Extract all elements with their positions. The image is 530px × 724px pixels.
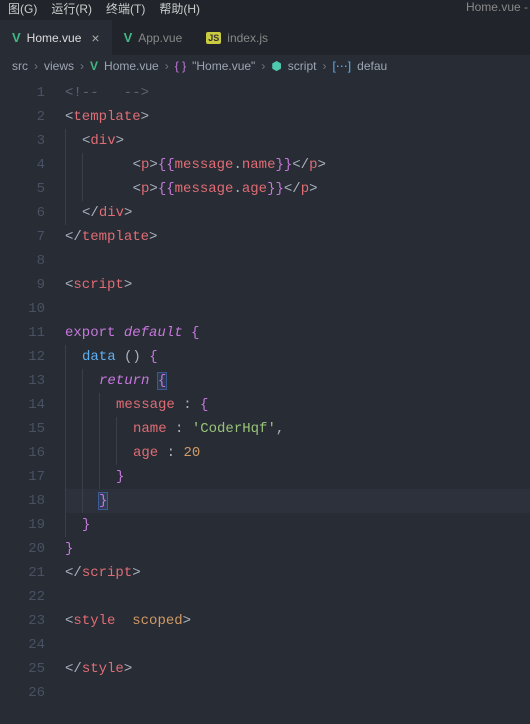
vue-icon: V <box>124 30 133 45</box>
code-line[interactable]: </template> <box>65 225 530 249</box>
line-number: 14 <box>0 393 45 417</box>
js-icon: JS <box>206 32 221 44</box>
code-line[interactable] <box>65 585 530 609</box>
line-number: 3 <box>0 129 45 153</box>
code-line[interactable] <box>65 633 530 657</box>
line-number: 2 <box>0 105 45 129</box>
line-number: 10 <box>0 297 45 321</box>
code-line[interactable] <box>65 249 530 273</box>
chevron-right-icon: › <box>261 59 265 73</box>
breadcrumb-item[interactable]: "Home.vue" <box>192 59 255 73</box>
code-line[interactable]: </style> <box>65 657 530 681</box>
tab-index-js[interactable]: JS index.js <box>194 20 280 55</box>
window-title: Home.vue - <box>466 0 528 14</box>
line-number: 22 <box>0 585 45 609</box>
code-line[interactable]: } <box>65 513 530 537</box>
breadcrumb-item[interactable]: defau <box>357 59 387 73</box>
line-number: 18 <box>0 489 45 513</box>
menu-item[interactable]: 终端(T) <box>106 0 145 17</box>
breadcrumb-item[interactable]: script <box>288 59 317 73</box>
code-line[interactable]: return { <box>65 369 530 393</box>
line-number: 9 <box>0 273 45 297</box>
breadcrumb-item[interactable]: src <box>12 59 28 73</box>
code-line[interactable]: <!-- --> <box>65 81 530 105</box>
code-line[interactable]: data () { <box>65 345 530 369</box>
line-number-gutter: 1234567891011121314151617181920212223242… <box>0 77 65 724</box>
code-line[interactable]: <template> <box>65 105 530 129</box>
menu-item[interactable]: 图(G) <box>8 0 37 17</box>
line-number: 26 <box>0 681 45 705</box>
code-line[interactable]: </script> <box>65 561 530 585</box>
line-number: 8 <box>0 249 45 273</box>
code-line[interactable]: <style scoped> <box>65 609 530 633</box>
code-line[interactable]: <script> <box>65 273 530 297</box>
tab-label: App.vue <box>138 31 182 45</box>
tab-home-vue[interactable]: V Home.vue × <box>0 20 112 55</box>
line-number: 15 <box>0 417 45 441</box>
tab-app-vue[interactable]: V App.vue <box>112 20 195 55</box>
chevron-right-icon: › <box>34 59 38 73</box>
editor-tabs: V Home.vue × V App.vue JS index.js <box>0 20 530 55</box>
tab-label: index.js <box>227 31 268 45</box>
breadcrumb-item[interactable]: views <box>44 59 74 73</box>
code-line[interactable]: <p>{{message.age}}</p> <box>65 177 530 201</box>
chevron-right-icon: › <box>165 59 169 73</box>
code-line[interactable]: <div> <box>65 129 530 153</box>
tab-label: Home.vue <box>27 31 82 45</box>
line-number: 12 <box>0 345 45 369</box>
line-number: 13 <box>0 369 45 393</box>
chevron-right-icon: › <box>80 59 84 73</box>
line-number: 16 <box>0 441 45 465</box>
breadcrumb[interactable]: src › views › V Home.vue › { } "Home.vue… <box>0 55 530 77</box>
menu-item[interactable]: 帮助(H) <box>159 0 200 17</box>
close-icon[interactable]: × <box>91 30 99 46</box>
line-number: 1 <box>0 81 45 105</box>
vue-icon: V <box>90 59 98 73</box>
code-line[interactable]: age : 20 <box>65 441 530 465</box>
code-line[interactable]: } <box>65 489 530 513</box>
code-line[interactable]: name : 'CoderHqf', <box>65 417 530 441</box>
line-number: 6 <box>0 201 45 225</box>
code-line[interactable]: </div> <box>65 201 530 225</box>
line-number: 19 <box>0 513 45 537</box>
code-line[interactable]: message : { <box>65 393 530 417</box>
code-line[interactable]: <p>{{message.name}}</p> <box>65 153 530 177</box>
brackets-icon: [⋯] <box>332 59 351 73</box>
vue-icon: V <box>12 30 21 45</box>
braces-icon: { } <box>175 59 186 73</box>
code-editor[interactable]: 1234567891011121314151617181920212223242… <box>0 77 530 724</box>
line-number: 11 <box>0 321 45 345</box>
code-line[interactable]: export default { <box>65 321 530 345</box>
breadcrumb-item[interactable]: Home.vue <box>104 59 159 73</box>
code-line[interactable]: } <box>65 465 530 489</box>
menu-bar: 图(G) 运行(R) 终端(T) 帮助(H) Home.vue - <box>0 0 530 20</box>
line-number: 23 <box>0 609 45 633</box>
line-number: 17 <box>0 465 45 489</box>
chevron-right-icon: › <box>322 59 326 73</box>
line-number: 7 <box>0 225 45 249</box>
line-number: 4 <box>0 153 45 177</box>
line-number: 20 <box>0 537 45 561</box>
code-line[interactable] <box>65 297 530 321</box>
cube-icon: ⬢ <box>271 59 281 73</box>
code-line[interactable]: } <box>65 537 530 561</box>
code-line[interactable] <box>65 681 530 705</box>
line-number: 24 <box>0 633 45 657</box>
line-number: 5 <box>0 177 45 201</box>
line-number: 25 <box>0 657 45 681</box>
code-area[interactable]: <!-- --><template><div> <p>{{message.nam… <box>65 77 530 724</box>
menu-item[interactable]: 运行(R) <box>51 0 92 17</box>
line-number: 21 <box>0 561 45 585</box>
